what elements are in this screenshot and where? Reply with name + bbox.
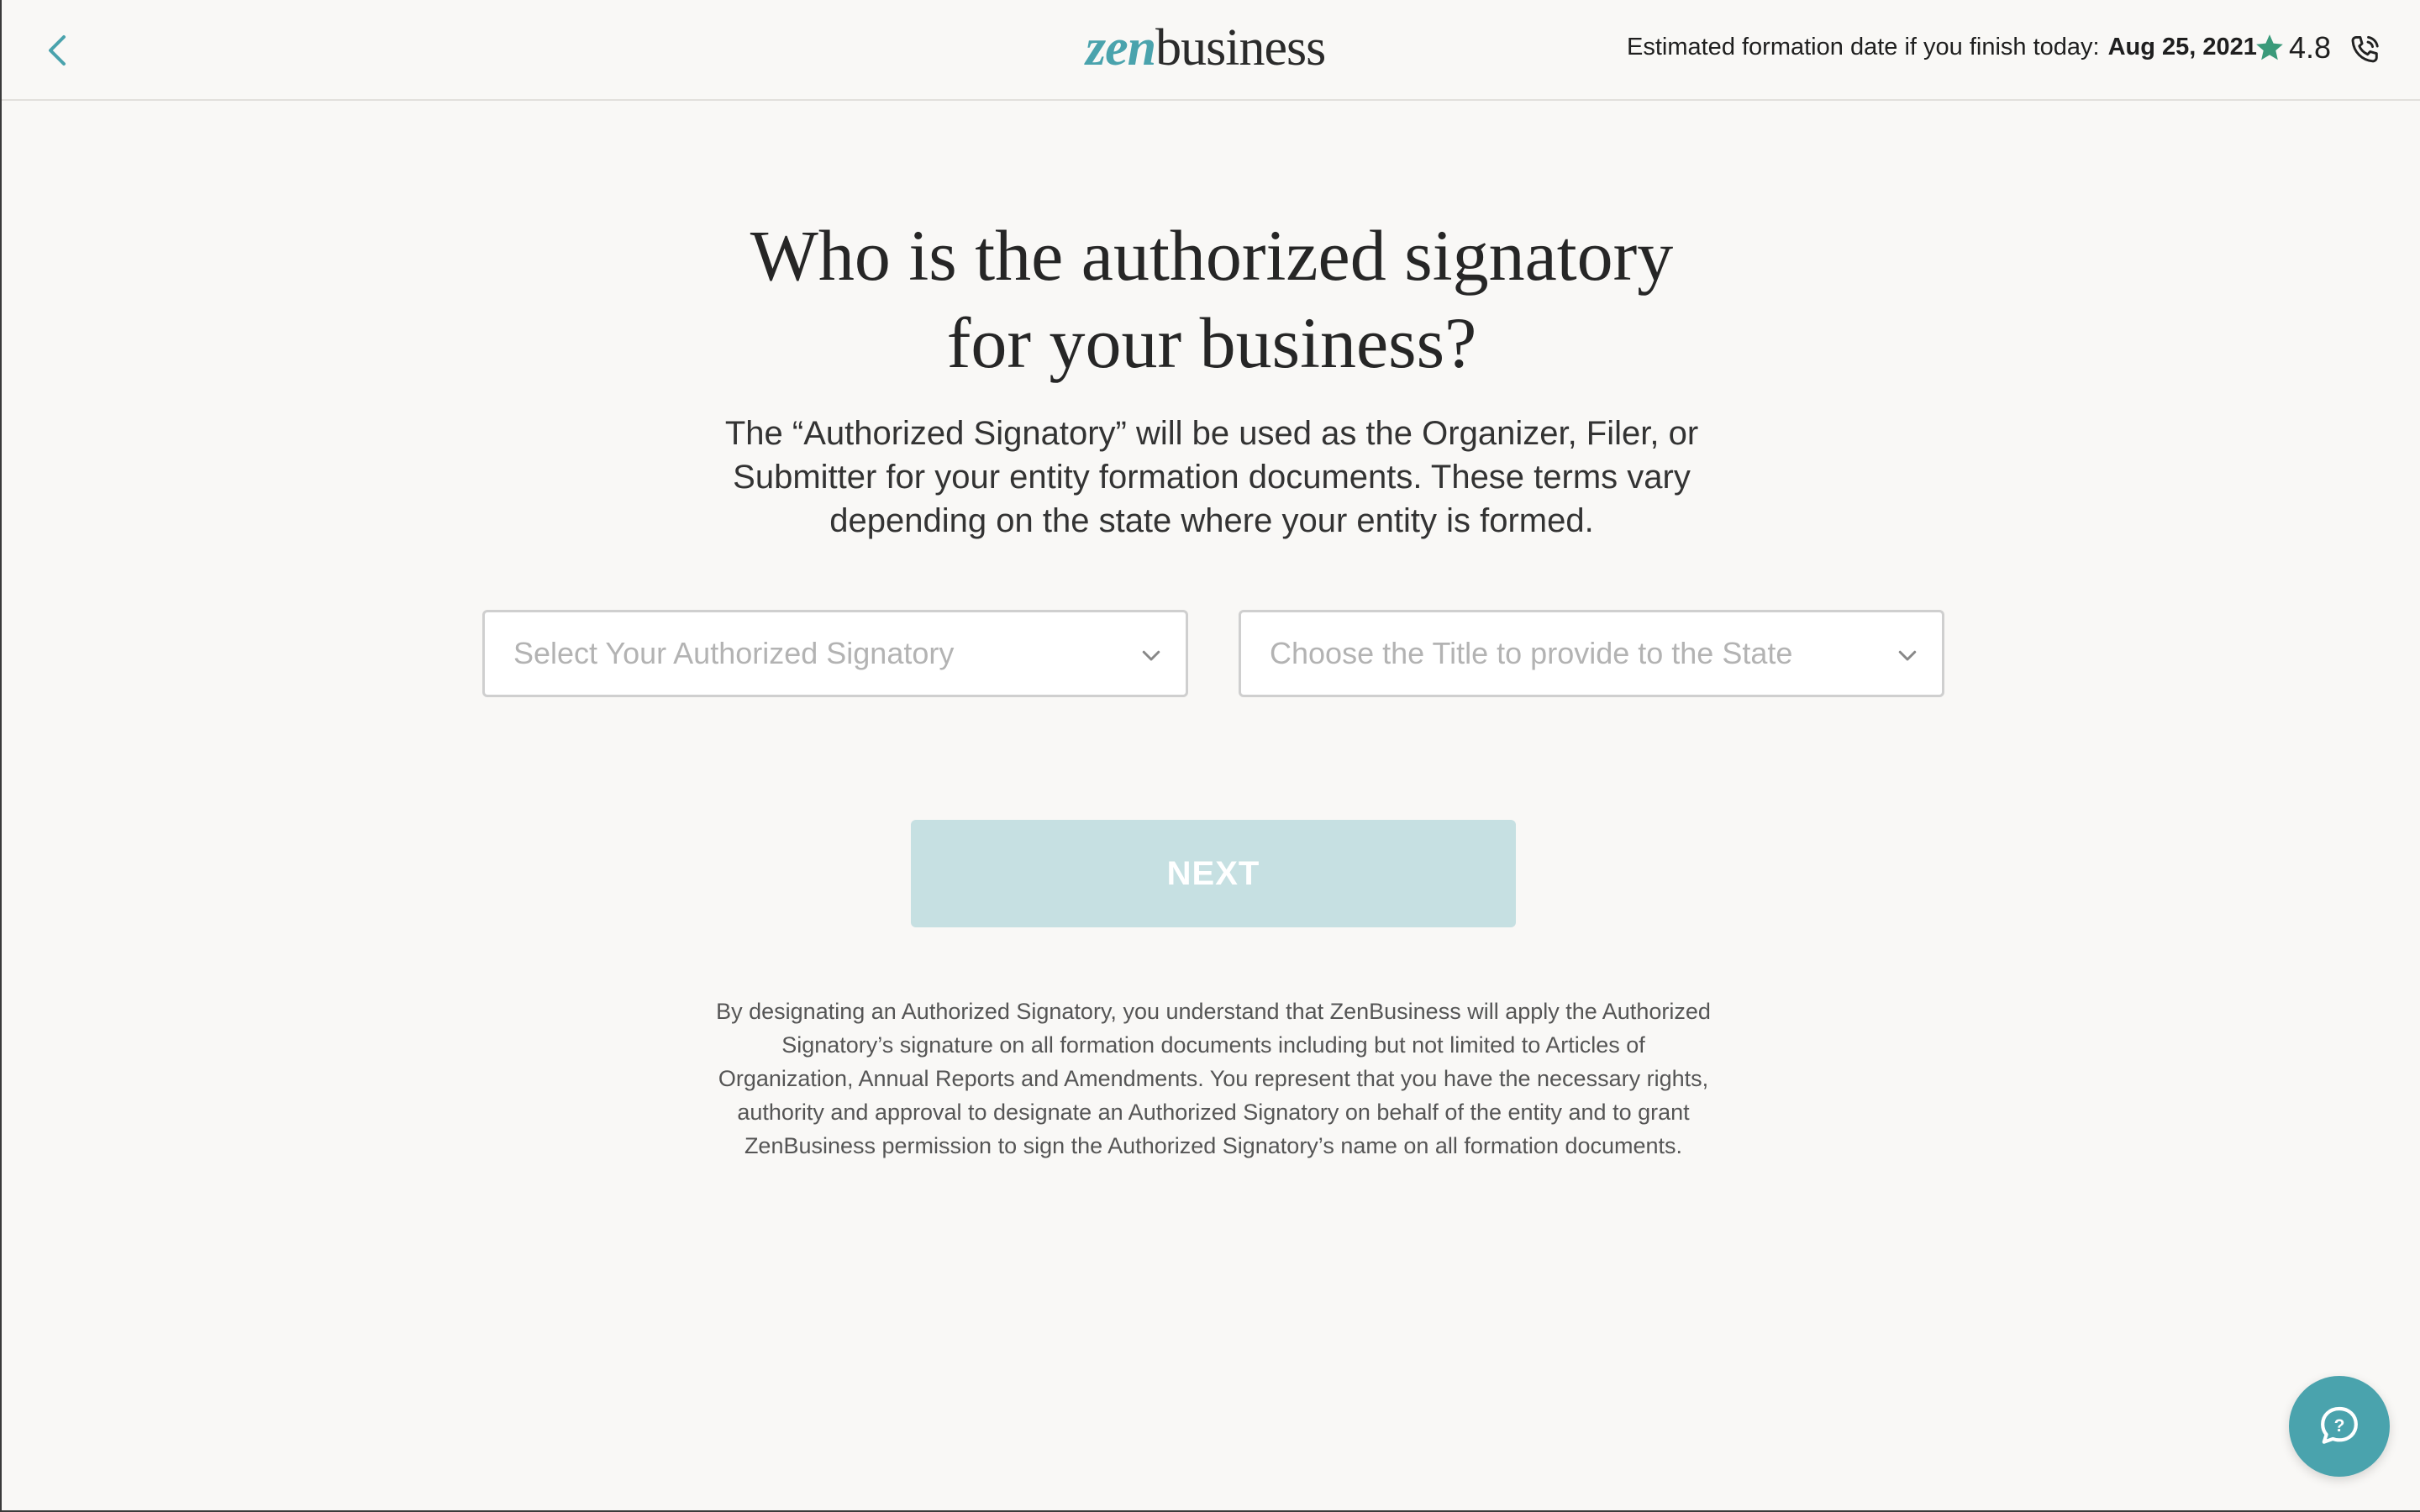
- page-title: Who is the authorized signatory for your…: [2, 212, 2420, 386]
- chat-help-button[interactable]: ?: [2289, 1376, 2390, 1477]
- page: zen business Estimated formation date if …: [0, 0, 2420, 1512]
- signatory-title-select[interactable]: Choose the Title to provide to the State: [1239, 610, 1944, 697]
- page-subtitle: The “Authorized Signatory” will be used …: [724, 415, 1699, 539]
- formation-date-notice: Estimated formation date if you finish t…: [1627, 34, 2257, 61]
- formation-date-value: Aug 25, 2021: [2107, 34, 2257, 60]
- top-header: zen business Estimated formation date if …: [2, 0, 2420, 101]
- next-button[interactable]: NEXT: [911, 820, 1516, 927]
- phone-icon: [2351, 35, 2379, 63]
- page-title-line-2: for your business?: [946, 302, 1477, 383]
- formation-date-label: Estimated formation date if you finish t…: [1627, 34, 2100, 60]
- signatory-disclaimer: By designating an Authorized Signatory, …: [716, 999, 1711, 1158]
- logo-business-text: business: [1155, 19, 1326, 76]
- zenbusiness-logo[interactable]: zen business: [1086, 18, 1326, 77]
- chevron-down-icon: [1142, 650, 1160, 661]
- chevron-left-icon: [49, 35, 66, 66]
- logo-zen-text: zen: [1086, 19, 1156, 76]
- star-icon: [2256, 34, 2283, 60]
- rating: 4.8: [2254, 30, 2331, 66]
- rating-value: 4.8: [2289, 30, 2332, 65]
- authorized-signatory-select[interactable]: Select Your Authorized Signatory: [482, 610, 1188, 697]
- authorized-signatory-placeholder: Select Your Authorized Signatory: [513, 636, 955, 670]
- phone-button[interactable]: [2346, 32, 2383, 69]
- chat-help-icon: ?: [2321, 1406, 2358, 1444]
- chevron-down-icon: [1898, 650, 1917, 661]
- svg-text:?: ?: [2334, 1416, 2345, 1436]
- back-button[interactable]: [40, 30, 74, 71]
- signatory-title-placeholder: Choose the Title to provide to the State: [1270, 636, 1793, 670]
- page-title-line-1: Who is the authorized signatory: [750, 215, 1674, 296]
